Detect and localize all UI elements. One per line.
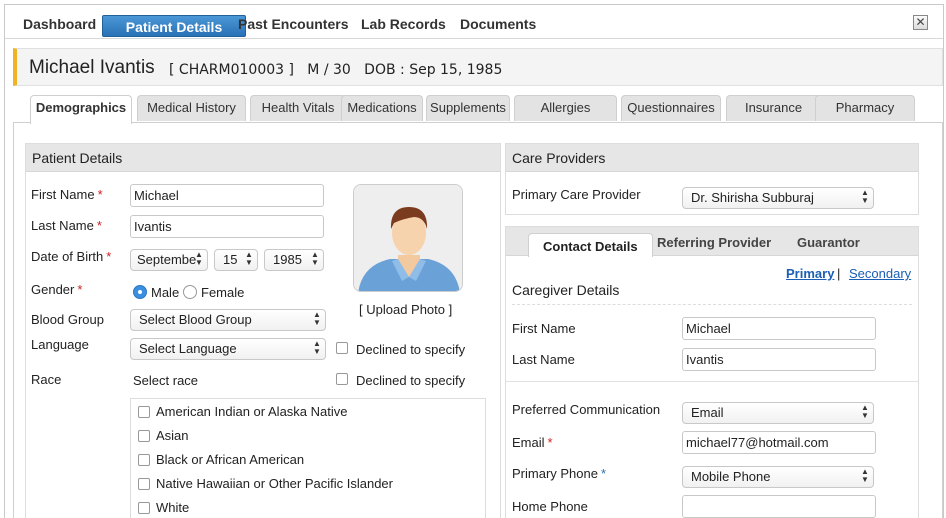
caregiver-last-name-label: Last Name xyxy=(512,352,575,367)
caregiver-last-name-field[interactable]: Ivantis xyxy=(682,348,876,371)
language-declined-label: Declined to specify xyxy=(356,342,466,357)
demographics-content: Patient Details First Name * Michael Last… xyxy=(13,122,943,518)
language-select[interactable]: Select Language ▲ ▼ xyxy=(130,338,326,360)
nav-patient-details[interactable]: Patient Details xyxy=(102,15,246,37)
link-separator: | xyxy=(837,266,841,281)
nav-past-encounters[interactable]: Past Encounters xyxy=(238,16,348,32)
patient-details-heading: Patient Details xyxy=(26,144,500,172)
last-name-label: Last Name * xyxy=(31,218,102,233)
patient-details-panel: Patient Details First Name * Michael Last… xyxy=(25,143,501,518)
tab-allergies[interactable]: Allergies xyxy=(514,95,617,121)
tab-demographics[interactable]: Demographics xyxy=(30,95,132,124)
patient-header: Michael Ivantis [ CHARM010003 ] M / 30 D… xyxy=(13,48,943,86)
last-name-field[interactable]: Ivantis xyxy=(130,215,324,238)
blood-group-label: Blood Group xyxy=(31,312,104,327)
updown-icon: ▲ ▼ xyxy=(861,188,869,205)
race-declined-checkbox[interactable] xyxy=(336,373,348,385)
primary-phone-label: Primary Phone * xyxy=(512,466,607,481)
gender-female-radio[interactable] xyxy=(183,285,197,299)
nav-lab-records[interactable]: Lab Records xyxy=(361,16,446,32)
race-checkbox-black[interactable] xyxy=(138,454,150,466)
caregiver-first-name-label: First Name xyxy=(512,321,576,336)
divider xyxy=(512,304,912,305)
race-option-label: Black or African American xyxy=(156,452,305,467)
care-providers-heading: Care Providers xyxy=(506,144,918,172)
tab-pharmacy[interactable]: Pharmacy xyxy=(815,95,915,121)
divider xyxy=(506,381,918,382)
updown-icon: ▲ ▼ xyxy=(313,310,321,327)
home-phone-field[interactable] xyxy=(682,495,876,518)
secondary-link[interactable]: Secondary xyxy=(849,266,911,281)
race-checkbox-american-indian[interactable] xyxy=(138,406,150,418)
dob-day-select[interactable]: 15 ▲ ▼ xyxy=(214,249,258,271)
language-declined-checkbox[interactable] xyxy=(336,342,348,354)
avatar-icon xyxy=(354,185,462,291)
first-name-field[interactable]: Michael xyxy=(130,184,324,207)
primary-phone-select[interactable]: Mobile Phone ▲ ▼ xyxy=(682,466,874,488)
primary-link[interactable]: Primary xyxy=(786,266,834,281)
updown-icon: ▲ ▼ xyxy=(861,403,869,420)
updown-icon: ▲ ▼ xyxy=(311,250,319,267)
dob-month-select[interactable]: Septembe ▲ ▼ xyxy=(130,249,208,271)
tab-medical-history[interactable]: Medical History xyxy=(137,95,246,121)
blood-group-select[interactable]: Select Blood Group ▲ ▼ xyxy=(130,309,326,331)
race-option-label: Asian xyxy=(156,428,189,443)
patient-window: Dashboard Patient Details Past Encounter… xyxy=(4,4,944,518)
care-providers-panel: Care Providers Primary Care Provider Dr.… xyxy=(505,143,919,215)
tab-guarantor[interactable]: Guarantor xyxy=(797,235,860,250)
pcp-select[interactable]: Dr. Shirisha Subburaj ▲ ▼ xyxy=(682,187,874,209)
section-tabs: Demographics Medical History Health Vita… xyxy=(13,95,943,124)
caregiver-heading: Caregiver Details xyxy=(512,282,620,298)
close-icon[interactable]: ✕ xyxy=(913,15,928,30)
race-option-label: Native Hawaiian or Other Pacific Islande… xyxy=(156,476,393,491)
race-checkbox-pacific-islander[interactable] xyxy=(138,478,150,490)
select-race-label: Select race xyxy=(133,373,199,388)
contact-panel: Contact Details Referring Provider Guara… xyxy=(505,226,919,518)
updown-icon: ▲ ▼ xyxy=(313,339,321,356)
tab-questionnaires[interactable]: Questionnaires xyxy=(621,95,721,121)
gender-female-label: Female xyxy=(201,285,245,300)
tab-health-vitals[interactable]: Health Vitals xyxy=(250,95,346,121)
home-phone-label: Home Phone xyxy=(512,499,588,514)
email-field[interactable]: michael77@hotmail.com xyxy=(682,431,876,454)
gender-male-radio[interactable] xyxy=(133,285,147,299)
pref-comm-select[interactable]: Email ▲ ▼ xyxy=(682,402,874,424)
race-checkbox-asian[interactable] xyxy=(138,430,150,442)
upload-photo-link[interactable]: [ Upload Photo ] xyxy=(359,302,452,317)
first-name-label: First Name * xyxy=(31,187,103,202)
race-list: American Indian or Alaska Native Asian B… xyxy=(130,398,486,518)
race-option-label: American Indian or Alaska Native xyxy=(156,404,348,419)
dob-label: Date of Birth * xyxy=(31,249,112,264)
dob-year-select[interactable]: 1985 ▲ ▼ xyxy=(264,249,324,271)
top-nav: Dashboard Patient Details Past Encounter… xyxy=(5,5,943,39)
gender-label: Gender * xyxy=(31,282,83,297)
tab-contact-details[interactable]: Contact Details xyxy=(528,233,653,257)
email-label: Email * xyxy=(512,435,553,450)
pcp-label: Primary Care Provider xyxy=(512,187,641,202)
updown-icon: ▲ ▼ xyxy=(195,250,203,267)
updown-icon: ▲ ▼ xyxy=(245,250,253,267)
nav-dashboard[interactable]: Dashboard xyxy=(23,16,96,32)
patient-name: Michael Ivantis xyxy=(29,57,155,78)
caregiver-first-name-field[interactable]: Michael xyxy=(682,317,876,340)
pref-comm-label: Preferred Communication xyxy=(512,402,661,417)
race-option-label: White xyxy=(156,500,190,515)
contact-tabs: Contact Details Referring Provider Guara… xyxy=(506,227,918,257)
tab-medications[interactable]: Medications xyxy=(341,95,423,121)
race-label: Race xyxy=(31,372,62,387)
tab-insurance[interactable]: Insurance xyxy=(726,95,821,121)
language-label: Language xyxy=(31,337,89,352)
updown-icon: ▲ ▼ xyxy=(861,467,869,484)
race-declined-label: Declined to specify xyxy=(356,373,466,388)
nav-documents[interactable]: Documents xyxy=(460,16,536,32)
patient-photo[interactable] xyxy=(353,184,463,292)
tab-referring-provider[interactable]: Referring Provider xyxy=(657,235,771,250)
tab-supplements[interactable]: Supplements xyxy=(426,95,510,121)
race-checkbox-white[interactable] xyxy=(138,502,150,514)
patient-meta: [ CHARM010003 ] M / 30 DOB : Sep 15, 198… xyxy=(169,62,503,78)
gender-male-label: Male xyxy=(151,285,180,300)
